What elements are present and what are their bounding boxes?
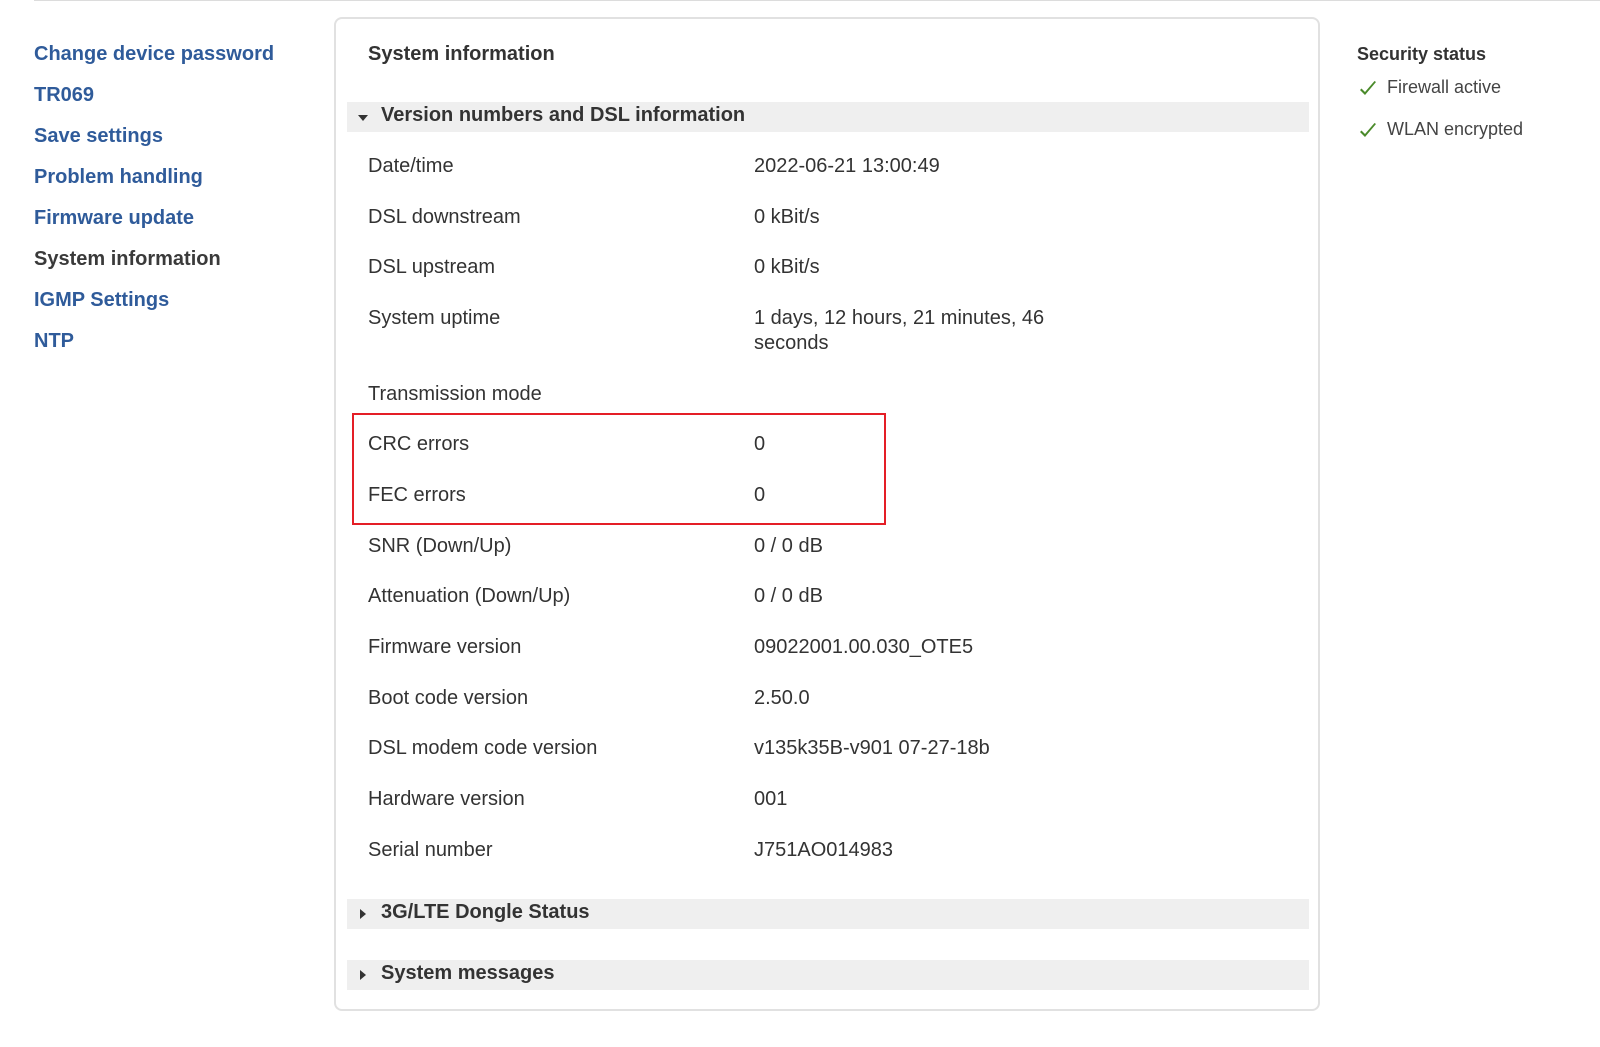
info-row-serial-number: Serial number J751AO014983 — [368, 835, 1268, 886]
row-key: Firmware version — [368, 636, 522, 658]
security-item-firewall: Firewall active — [1357, 77, 1597, 119]
row-key: CRC errors — [368, 433, 470, 456]
info-row-transmission-mode: Transmission mode — [368, 379, 1268, 430]
security-status-title: Security status — [1357, 44, 1487, 64]
chevron-right-icon — [360, 970, 366, 980]
info-row-firmware-version: Firmware version 09022001.00.030_OTE5 — [368, 632, 1268, 683]
info-row-attenuation: Attenuation (Down/Up) 0 / 0 dB — [368, 581, 1268, 632]
section-3g-lte-dongle-status[interactable]: 3G/LTE Dongle Status — [347, 899, 1309, 929]
section-label: System messages — [381, 962, 555, 984]
chevron-right-icon — [360, 909, 366, 919]
sidebar-item-save-settings[interactable]: Save settings — [34, 120, 324, 161]
row-key: Hardware version — [368, 788, 525, 811]
sidebar-item-tr069[interactable]: TR069 — [34, 79, 324, 120]
info-row-hardware-version: Hardware version 001 — [368, 784, 1268, 835]
row-value: 0 — [754, 433, 766, 456]
row-key: FEC errors — [368, 483, 466, 506]
row-value: 1 days, 12 hours, 21 minutes, 46 seconds — [754, 307, 1045, 355]
row-key: Boot code version — [368, 686, 529, 709]
sidebar-item-firmware-update[interactable]: Firmware update — [34, 202, 324, 243]
row-value: 2.50.0 — [754, 686, 810, 709]
sidebar-item-change-device-password[interactable]: Change device password — [34, 38, 324, 79]
section-label: Version numbers and DSL information — [381, 104, 746, 126]
sidebar-nav: Change device password TR069 Save settin… — [34, 38, 324, 366]
row-value: 2022-06-21 13:00:49 — [754, 155, 940, 177]
row-value: 0 / 0 dB — [754, 534, 823, 557]
sidebar-item-ntp[interactable]: NTP — [34, 325, 324, 366]
info-row-dsl-modem-code-version: DSL modem code version v135k35B-v901 07-… — [368, 733, 1268, 784]
row-value: 0 / 0 dB — [754, 585, 823, 608]
section-version-dsl-info[interactable]: Version numbers and DSL information — [347, 102, 1309, 132]
section-label: 3G/LTE Dongle Status — [381, 901, 590, 923]
chevron-down-icon — [358, 115, 368, 121]
row-key: Attenuation (Down/Up) — [368, 585, 571, 608]
row-value: 0 — [754, 483, 766, 506]
row-key: SNR (Down/Up) — [368, 534, 512, 557]
row-key: Transmission mode — [368, 382, 542, 405]
row-value: 09022001.00.030_OTE5 — [754, 636, 974, 658]
info-row-fec-errors: FEC errors 0 — [368, 480, 1268, 531]
row-value: J751AO014983 — [754, 838, 894, 861]
row-key: System uptime — [368, 307, 501, 330]
info-row-dsl-downstream: DSL downstream 0 kBit/s — [368, 202, 1268, 253]
security-item-label: Firewall active — [1387, 77, 1502, 97]
info-row-system-uptime: System uptime 1 days, 12 hours, 21 minut… — [368, 303, 1268, 379]
check-icon — [1360, 81, 1376, 95]
row-key: DSL modem code version — [368, 737, 598, 760]
security-item-label: WLAN encrypted — [1387, 119, 1524, 139]
row-key: Serial number — [368, 838, 493, 861]
info-row-snr: SNR (Down/Up) 0 / 0 dB — [368, 531, 1268, 582]
info-row-boot-code-version: Boot code version 2.50.0 — [368, 683, 1268, 734]
sidebar-item-igmp-settings[interactable]: IGMP Settings — [34, 284, 324, 325]
info-row-dsl-upstream: DSL upstream 0 kBit/s — [368, 252, 1268, 303]
section-system-messages[interactable]: System messages — [347, 960, 1309, 990]
info-row-crc-errors: CRC errors 0 — [368, 429, 1268, 480]
sidebar-item-problem-handling[interactable]: Problem handling — [34, 161, 324, 202]
top-divider — [34, 0, 1600, 1]
sidebar-item-system-information[interactable]: System information — [34, 243, 324, 284]
row-value: 001 — [754, 788, 788, 811]
system-information-panel: System information Version numbers and D… — [334, 17, 1320, 1011]
row-key: DSL upstream — [368, 256, 496, 279]
row-key: DSL downstream — [368, 205, 521, 228]
security-status: Security status Firewall active WLAN enc… — [1357, 44, 1597, 161]
info-table: Date/time 2022-06-21 13:00:49 DSL downst… — [368, 151, 1268, 885]
page-title: System information — [368, 43, 555, 65]
row-key: Date/time — [368, 155, 454, 177]
row-value: 0 kBit/s — [754, 256, 820, 279]
row-value: v135k35B-v901 07-27-18b — [754, 737, 990, 760]
check-icon — [1360, 123, 1376, 137]
row-value: 0 kBit/s — [754, 205, 820, 228]
security-item-wlan: WLAN encrypted — [1357, 119, 1597, 161]
info-row-date-time: Date/time 2022-06-21 13:00:49 — [368, 151, 1268, 202]
